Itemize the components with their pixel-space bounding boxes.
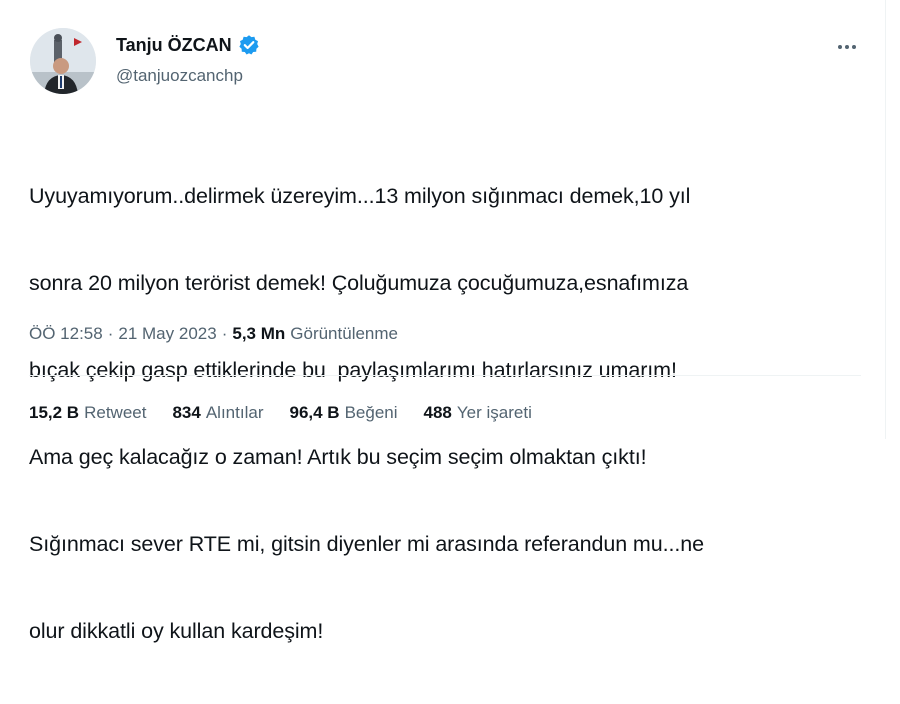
tweet-text-line: olur dikkatli oy kullan kardeşim! bbox=[29, 619, 324, 643]
likes-stat[interactable]: 96,4 B Beğeni bbox=[289, 403, 397, 423]
author-handle[interactable]: @tanjuozcanchp bbox=[116, 66, 243, 86]
likes-count: 96,4 B bbox=[289, 403, 340, 422]
retweets-count: 15,2 B bbox=[29, 403, 80, 422]
likes-label: Beğeni bbox=[344, 403, 398, 422]
quotes-count: 834 bbox=[172, 403, 201, 422]
views-label: Görüntülenme bbox=[290, 324, 398, 343]
tweet-text-line: bıçak çekip gasp ettiklerinde bu paylaşı… bbox=[29, 358, 677, 382]
retweets-stat[interactable]: 15,2 B Retweet bbox=[29, 403, 146, 423]
retweets-label: Retweet bbox=[84, 403, 147, 422]
more-options-icon[interactable] bbox=[832, 36, 862, 58]
bookmarks-stat[interactable]: 488 Yer işareti bbox=[424, 403, 532, 423]
tweet-card: Tanju ÖZCAN @tanjuozcanchp Uyuyamıyorum.… bbox=[0, 0, 900, 643]
divider bbox=[29, 375, 861, 376]
author-name-row[interactable]: Tanju ÖZCAN bbox=[116, 34, 260, 56]
bookmarks-count: 488 bbox=[423, 403, 452, 422]
avatar[interactable] bbox=[30, 28, 96, 94]
tweet-text-line: Sığınmacı sever RTE mi, gitsin diyenler … bbox=[29, 532, 704, 556]
tweet-text-line: Ama geç kalacağız o zaman! Artık bu seçi… bbox=[29, 445, 647, 469]
tweet-text-line: sonra 20 milyon terörist demek! Çoluğumu… bbox=[29, 271, 689, 295]
quotes-label: Alıntılar bbox=[205, 403, 264, 422]
quotes-stat[interactable]: 834 Alıntılar bbox=[172, 403, 263, 423]
avatar-image bbox=[30, 28, 96, 94]
tweet-time[interactable]: ÖÖ 12:58 bbox=[29, 324, 103, 344]
verified-badge-icon bbox=[238, 34, 260, 56]
tweet-meta: ÖÖ 12:58 · 21 May 2023 · 5,3 Mn Görüntül… bbox=[29, 324, 398, 344]
meta-separator: · bbox=[221, 324, 228, 343]
meta-separator: · bbox=[107, 324, 114, 343]
author-name[interactable]: Tanju ÖZCAN bbox=[116, 35, 232, 56]
tweet-stats: 15,2 B Retweet 834 Alıntılar 96,4 B Beğe… bbox=[29, 403, 558, 423]
tweet-date[interactable]: 21 May 2023 bbox=[118, 324, 216, 344]
column-border bbox=[885, 0, 886, 439]
tweet-text-line: Uyuyamıyorum..delirmek üzereyim...13 mil… bbox=[29, 184, 691, 208]
views-count: 5,3 Mn bbox=[232, 324, 286, 343]
bookmarks-label: Yer işareti bbox=[456, 403, 532, 422]
